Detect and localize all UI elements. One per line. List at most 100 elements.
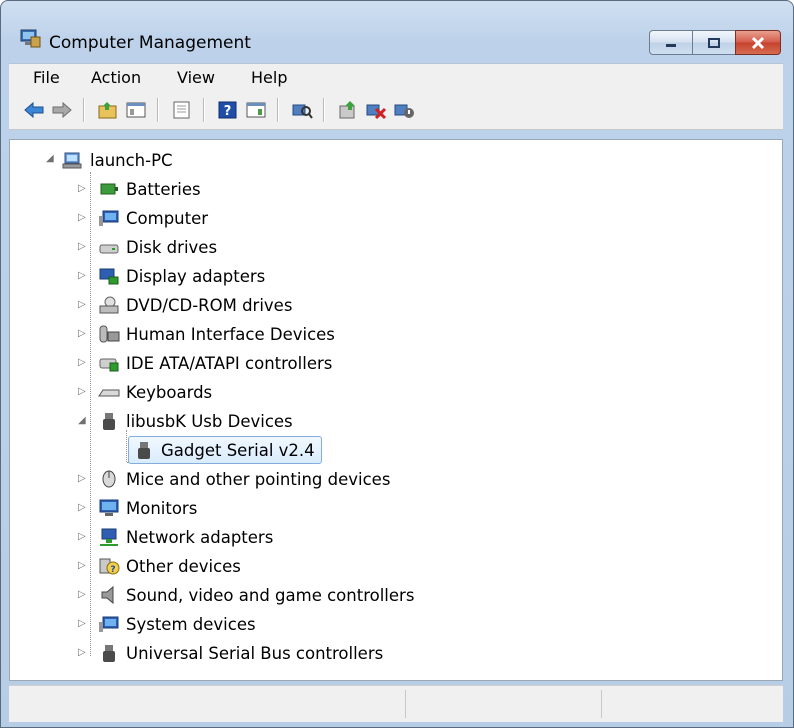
tree-node-display-adapters[interactable]: Display adapters <box>98 263 265 289</box>
up-folder-icon[interactable] <box>97 100 119 120</box>
tree-node-human-interface-devices[interactable]: Human Interface Devices <box>98 321 335 347</box>
tree-node-usb-controllers[interactable]: Universal Serial Bus controllers <box>98 640 383 666</box>
collapse-arrow-icon[interactable]: ◢ <box>46 154 56 164</box>
tree-node-label: launch-PC <box>90 150 173 170</box>
menu-view[interactable]: View <box>177 68 215 87</box>
help-icon[interactable]: ? <box>217 100 239 120</box>
menu-bar: File Action View Help <box>9 63 783 92</box>
hid-icon <box>99 325 120 343</box>
expand-arrow-icon[interactable]: ▷ <box>78 503 88 513</box>
computer-management-icon <box>20 29 41 48</box>
status-divider <box>601 690 602 718</box>
computer-icon <box>99 210 119 226</box>
back-arrow-icon[interactable] <box>23 100 45 120</box>
usb-device-icon <box>103 413 115 430</box>
computer-icon <box>62 152 82 169</box>
menu-help[interactable]: Help <box>251 68 287 87</box>
tree-node-sound-controllers[interactable]: Sound, video and game controllers <box>98 582 414 608</box>
status-divider <box>405 690 406 718</box>
menu-action[interactable]: Action <box>91 68 141 87</box>
tree-node-computer[interactable]: Computer <box>98 205 208 231</box>
properties-icon[interactable] <box>171 100 193 120</box>
tree-node-label: Universal Serial Bus controllers <box>126 643 384 663</box>
tree-node-label: Batteries <box>126 179 201 199</box>
collapse-arrow-icon[interactable]: ◢ <box>78 416 88 426</box>
forward-arrow-icon[interactable] <box>51 100 73 120</box>
monitor-icon <box>99 499 119 516</box>
title-bar[interactable]: Computer Management <box>1 1 793 61</box>
expand-arrow-icon[interactable]: ▷ <box>78 184 88 194</box>
expand-arrow-icon[interactable]: ▷ <box>78 329 88 339</box>
tree-node-label: Monitors <box>126 498 198 518</box>
unknown-device-icon: ? <box>99 558 120 575</box>
tree-node-monitors[interactable]: Monitors <box>98 495 197 521</box>
uninstall-icon[interactable] <box>365 100 387 120</box>
menu-file[interactable]: File <box>33 68 60 87</box>
toolbar: ? <box>9 91 783 130</box>
minimize-icon <box>666 43 676 47</box>
tree-node-label: System devices <box>126 614 256 634</box>
show-hide-action-pane-icon[interactable] <box>245 100 267 120</box>
tree-node-label: Mice and other pointing devices <box>126 469 391 489</box>
display-adapter-icon <box>99 268 119 285</box>
svg-text:?: ? <box>224 104 232 119</box>
expand-arrow-icon[interactable]: ▷ <box>78 358 88 368</box>
tree-node-network-adapters[interactable]: Network adapters <box>98 524 273 550</box>
tree-node-system-devices[interactable]: System devices <box>98 611 256 637</box>
tree-node-label: DVD/CD-ROM drives <box>126 295 293 315</box>
tree-node-gadget-serial[interactable]: Gadget Serial v2.4 <box>128 436 322 464</box>
maximize-button[interactable] <box>692 30 736 55</box>
svg-text:?: ? <box>110 565 115 575</box>
tree-node-ide-controllers[interactable]: IDE ATA/ATAPI controllers <box>98 350 332 376</box>
close-icon <box>751 36 765 49</box>
toolbar-separator <box>203 98 205 122</box>
disk-drive-icon <box>99 244 119 254</box>
expand-arrow-icon[interactable]: ▷ <box>78 242 88 252</box>
computer-management-window: Computer Management File Action View Hel… <box>0 0 794 728</box>
device-tree[interactable]: ◢ launch-PC ▷ Batteries ▷ Computer ▷ Dis… <box>9 139 783 681</box>
expand-arrow-icon[interactable]: ▷ <box>78 532 88 542</box>
tree-node-mice[interactable]: Mice and other pointing devices <box>98 466 390 492</box>
expand-arrow-icon[interactable]: ▷ <box>78 561 88 571</box>
toolbar-separator <box>277 98 279 122</box>
tree-node-label: IDE ATA/ATAPI controllers <box>126 353 333 373</box>
usb-controller-icon <box>103 645 115 662</box>
expand-arrow-icon[interactable]: ▷ <box>78 648 88 658</box>
tree-node-other-devices[interactable]: ? Other devices <box>98 553 241 579</box>
tree-node-label: Display adapters <box>126 266 266 286</box>
tree-node-label: libusbK Usb Devices <box>126 411 293 431</box>
maximize-icon <box>708 37 720 48</box>
network-adapter-icon <box>100 528 118 546</box>
tree-node-disk-drives[interactable]: Disk drives <box>98 234 217 260</box>
enable-device-icon[interactable] <box>393 100 415 120</box>
tree-node-label: Gadget Serial v2.4 <box>161 440 315 460</box>
tree-node-libusbk-devices[interactable]: libusbK Usb Devices <box>98 408 293 434</box>
tree-node-batteries[interactable]: Batteries <box>98 176 201 202</box>
tree-node-label: Other devices <box>126 556 241 576</box>
toolbar-separator <box>323 98 325 122</box>
usb-device-icon <box>138 442 150 459</box>
close-button[interactable] <box>735 30 781 55</box>
system-device-icon <box>99 616 119 632</box>
dvd-drive-icon <box>99 296 119 314</box>
tree-node-label: Disk drives <box>126 237 218 257</box>
tree-node-keyboards[interactable]: Keyboards <box>98 379 212 405</box>
expand-arrow-icon[interactable]: ▷ <box>78 590 88 600</box>
keyboard-icon <box>98 389 120 397</box>
update-driver-icon[interactable] <box>337 100 359 120</box>
show-hide-tree-icon[interactable] <box>125 100 147 120</box>
minimize-button[interactable] <box>649 30 693 55</box>
expand-arrow-icon[interactable]: ▷ <box>78 271 88 281</box>
tree-connector <box>90 172 92 656</box>
expand-arrow-icon[interactable]: ▷ <box>78 619 88 629</box>
expand-arrow-icon[interactable]: ▷ <box>78 213 88 223</box>
ide-controller-icon <box>99 358 119 372</box>
tree-node-label: Sound, video and game controllers <box>126 585 415 605</box>
mouse-icon <box>102 470 116 488</box>
tree-node-dvd-drives[interactable]: DVD/CD-ROM drives <box>98 292 292 318</box>
expand-arrow-icon[interactable]: ▷ <box>78 474 88 484</box>
expand-arrow-icon[interactable]: ▷ <box>78 300 88 310</box>
tree-node-root[interactable]: launch-PC <box>62 147 173 173</box>
expand-arrow-icon[interactable]: ▷ <box>78 387 88 397</box>
scan-hardware-icon[interactable] <box>291 100 313 120</box>
